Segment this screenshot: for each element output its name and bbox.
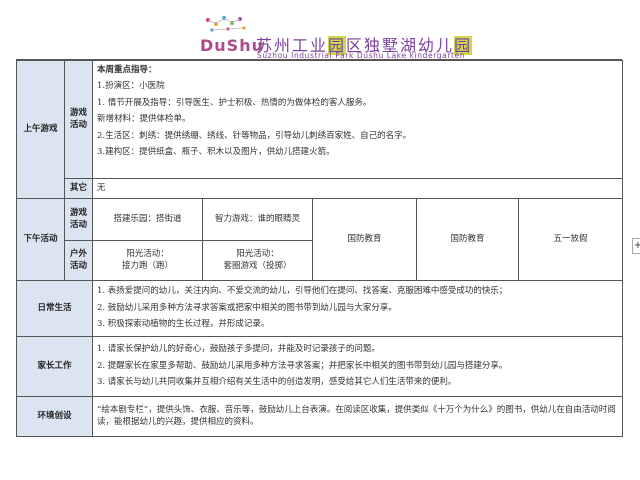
- parents-line: 2. 提醒家长在家里多帮助、鼓励幼儿采用多种方法寻求答案；并把家长中相关的图书带…: [97, 360, 508, 371]
- other-value: 无: [92, 178, 623, 199]
- logo-wordmark: DuShu: [200, 36, 264, 55]
- environment-row: 环境创设 “绘本剧专栏”，提供头饰、衣服、音乐等，鼓励幼儿上台表演。在阅读区收集…: [16, 396, 623, 437]
- morning-section-label: 上午游戏: [16, 60, 65, 199]
- outdoor-label: 户外活动: [64, 240, 93, 281]
- outdoor-1-value: 接力跑（跑）: [121, 260, 173, 271]
- other-label: 其它: [64, 178, 93, 199]
- expand-button[interactable]: +: [632, 238, 640, 254]
- environment-label: 环境创设: [16, 396, 93, 437]
- morning-game-content: 本周重点指导： 1.扮演区：小医院 1. 情节开展及指导：引导医生、护士积极、热…: [92, 60, 623, 179]
- afternoon-col-4: 国防教育: [416, 198, 519, 281]
- parents-content: 1. 请家长保护幼儿的好奇心，鼓励孩子多提问，并能及时记录孩子的问题。 2. 提…: [92, 336, 623, 397]
- parents-row: 家长工作 1. 请家长保护幼儿的好奇心，鼓励孩子多提问，并能及时记录孩子的问题。…: [16, 336, 623, 397]
- daily-line: 2. 鼓励幼儿采用多种方法寻求答案或把家中相关的图书带到幼儿园与大家分享。: [97, 302, 397, 313]
- daily-label: 日常生活: [16, 280, 93, 337]
- afternoon-col-3: 国防教育: [312, 198, 417, 281]
- morning-game-row: 上午游戏 游戏活动 本周重点指导： 1.扮演区：小医院 1. 情节开展及指导：引…: [16, 60, 623, 199]
- outdoor-1-title: 阳光活动：: [126, 249, 169, 260]
- daily-content: 1. 表扬爱提问的幼儿，关注内向、不爱交流的幼儿，引导他们在提问、找答案、克服困…: [92, 280, 623, 337]
- daily-life-row: 日常生活 1. 表扬爱提问的幼儿，关注内向、不爱交流的幼儿，引导他们在提问、找答…: [16, 280, 623, 337]
- parents-label: 家长工作: [16, 336, 93, 397]
- afternoon-game-label: 游戏活动: [64, 198, 93, 241]
- afternoon-game-1: 搭建乐园：搭街道: [92, 198, 203, 241]
- morning-game-label: 游戏活动: [64, 60, 93, 179]
- outdoor-2-title: 阳光活动：: [236, 249, 279, 260]
- afternoon-col-5: 五一放假: [518, 198, 623, 281]
- morning-line: 1.扮演区：小医院: [97, 81, 165, 92]
- parents-line: 1. 请家长保护幼儿的好奇心，鼓励孩子多提问，并能及时记录孩子的问题。: [97, 344, 380, 355]
- afternoon-game-row: 下午活动 游戏活动 搭建乐园：搭街道 智力游戏：谁的眼睛灵 国防教育 国防教育 …: [16, 198, 623, 281]
- parents-line: 3. 请家长与幼儿共同收集并互相介绍有关生活中的创造发明，感受给其它人们生活带来…: [97, 377, 457, 388]
- afternoon-game-2: 智力游戏：谁的眼睛灵: [202, 198, 313, 241]
- page-header: DuShu 苏州工业园区独墅湖幼儿园 Suzhou Industrial Par…: [0, 0, 640, 60]
- outdoor-activity-1: 阳光活动： 接力跑（跑）: [92, 240, 203, 281]
- daily-line: 1. 表扬爱提问的幼儿，关注内向、不爱交流的幼儿，引导他们在提问、找答案、克服困…: [97, 286, 508, 297]
- morning-line: 3.建构区：提供纸盒、瓶子、积木以及图片，供幼儿搭建火箭。: [97, 147, 335, 158]
- focus-title: 本周重点指导：: [97, 65, 157, 75]
- outdoor-activity-2: 阳光活动： 套圈游戏（投掷）: [202, 240, 313, 281]
- morning-other-row: 其它 无: [17, 178, 623, 199]
- morning-line: 新增材料：提供体检单。: [97, 114, 191, 125]
- morning-line: 2.生活区：刺绣：提供绣绷、绣线、针等物品，引导幼儿刺绣百家姓、自己的名字。: [97, 130, 412, 141]
- environment-content: “绘本剧专栏”，提供头饰、衣服、音乐等，鼓励幼儿上台表演。在阅读区收集，提供类似…: [92, 396, 623, 437]
- afternoon-section-label: 下午活动: [16, 198, 65, 281]
- morning-line: 1. 情节开展及指导：引导医生、护士积极、热情的为做体检的客人服务。: [97, 97, 372, 108]
- weekly-plan-table: 上午游戏 游戏活动 本周重点指导： 1.扮演区：小医院 1. 情节开展及指导：引…: [16, 60, 623, 437]
- daily-line: 3. 积极探索动植物的生长过程，并形成记录。: [97, 319, 270, 330]
- outdoor-2-value: 套圈游戏（投掷）: [223, 260, 292, 271]
